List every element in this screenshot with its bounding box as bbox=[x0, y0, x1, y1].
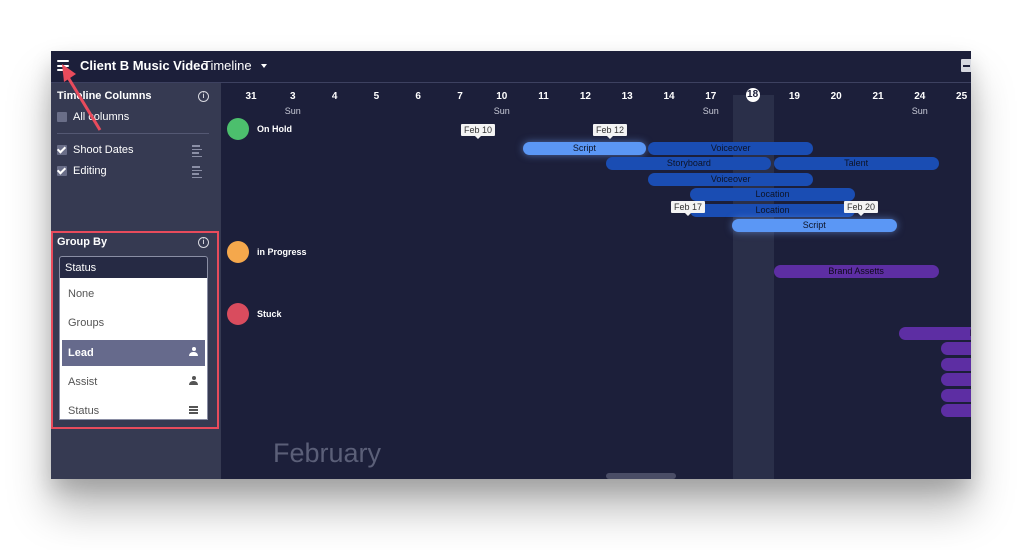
option-status[interactable]: Status bbox=[62, 398, 205, 419]
timeline-bar[interactable]: Talent bbox=[773, 157, 939, 171]
timeline-bar[interactable]: Brand Assetts bbox=[773, 265, 939, 278]
day-number: 13 bbox=[621, 91, 633, 102]
timeline-bar[interactable]: Music bbox=[940, 342, 971, 356]
group-status-dot bbox=[227, 118, 249, 140]
timeline-bar[interactable]: Storyboard bbox=[606, 157, 772, 171]
checkbox[interactable] bbox=[57, 112, 67, 122]
top-bar: Client B Music Video Timeline bbox=[51, 51, 971, 83]
all-columns-checkbox[interactable]: All columns bbox=[57, 111, 129, 123]
date-tooltip: Feb 10 bbox=[460, 124, 496, 139]
info-icon[interactable]: i bbox=[198, 237, 209, 248]
timeline-bar[interactable]: Music bbox=[898, 327, 971, 340]
day-number: 21 bbox=[872, 91, 884, 102]
date-tooltip: Feb 17 bbox=[670, 201, 706, 216]
date-tooltip: Feb 20 bbox=[843, 201, 879, 216]
timeline-bar[interactable]: Location bbox=[689, 203, 856, 217]
group-by-select[interactable]: Status bbox=[59, 256, 208, 278]
option-groups[interactable]: Groups bbox=[62, 310, 205, 336]
day-number: 12 bbox=[579, 91, 591, 102]
board-title: Client B Music Video bbox=[80, 58, 209, 73]
person-icon bbox=[189, 347, 198, 357]
column-editing[interactable]: Editing bbox=[57, 165, 107, 177]
chevron-down-icon[interactable] bbox=[261, 64, 267, 68]
timeline-bar[interactable]: Location bbox=[689, 188, 856, 202]
group-label-in-progress: in Progress bbox=[257, 247, 307, 257]
option-label: Assist bbox=[68, 376, 98, 388]
option-label: Groups bbox=[68, 317, 105, 329]
view-selector[interactable]: Timeline bbox=[203, 58, 252, 73]
checkbox-label: All columns bbox=[73, 111, 130, 123]
day-number: 7 bbox=[457, 91, 463, 102]
day-number: 4 bbox=[331, 91, 338, 102]
horizontal-scrollbar[interactable] bbox=[606, 473, 676, 479]
divider bbox=[57, 133, 209, 134]
weekday-label: Sun bbox=[702, 106, 719, 116]
timeline-bar[interactable]: Audio bbox=[940, 357, 971, 371]
group-by-title: Group By bbox=[57, 236, 108, 248]
day-number: 20 bbox=[830, 91, 842, 102]
drag-handle-icon[interactable] bbox=[192, 166, 204, 178]
checkbox[interactable] bbox=[57, 166, 67, 176]
group-label-on-hold: On Hold bbox=[257, 124, 292, 134]
day-number: 24 bbox=[914, 91, 926, 102]
date-tooltip: Feb 12 bbox=[592, 124, 628, 139]
day-number: 25 bbox=[956, 91, 968, 102]
day-number: 31 bbox=[245, 91, 257, 102]
timeline-bar[interactable]: Voiceover bbox=[648, 142, 814, 155]
timeline-bar[interactable]: Audio bbox=[940, 373, 971, 387]
option-label: Lead bbox=[68, 347, 94, 359]
person-icon bbox=[189, 376, 198, 386]
weekday-label: Sun bbox=[493, 106, 510, 116]
column-shoot-dates[interactable]: Shoot Dates bbox=[57, 144, 134, 156]
info-icon[interactable]: i bbox=[198, 91, 209, 102]
day-number: 17 bbox=[705, 91, 717, 102]
day-number: 6 bbox=[415, 91, 421, 102]
timeline-area: 31 3 Sun 4 5 6 7 10 Sun 11 12 13 14 17 Sun 18 19 20 21 24 Su… bbox=[221, 83, 971, 479]
drag-handle-icon[interactable] bbox=[192, 145, 204, 157]
checkbox-label: Shoot Dates bbox=[73, 144, 134, 156]
weekday-label: Sun bbox=[911, 106, 928, 116]
day-number: 10 bbox=[496, 91, 508, 102]
group-by-dropdown: None Groups Lead Assist Status bbox=[59, 278, 208, 420]
option-none[interactable]: None bbox=[62, 281, 205, 307]
day-number: 5 bbox=[373, 91, 380, 102]
checkbox-label: Editing bbox=[73, 165, 107, 177]
month-label: February bbox=[273, 438, 382, 468]
timeline-bar[interactable] bbox=[940, 388, 971, 402]
group-status-dot bbox=[227, 303, 249, 325]
timeline-bar[interactable]: Voiceover bbox=[648, 172, 814, 186]
checkbox[interactable] bbox=[57, 145, 67, 155]
group-label-stuck: Stuck bbox=[257, 309, 282, 319]
day-number: 19 bbox=[788, 91, 800, 102]
timeline-columns-title: Timeline Columns bbox=[57, 90, 152, 102]
day-number: 14 bbox=[663, 91, 675, 102]
option-label: None bbox=[68, 288, 95, 300]
list-icon bbox=[189, 406, 198, 415]
day-number: 3 bbox=[290, 91, 296, 102]
timeline-bar[interactable] bbox=[940, 404, 971, 417]
hamburger-menu-icon[interactable] bbox=[57, 60, 69, 71]
app-window: Client B Music Video Timeline Timeline C… bbox=[51, 51, 971, 479]
today-date: 18 bbox=[745, 88, 760, 102]
export-icon[interactable] bbox=[961, 59, 971, 72]
timeline-bar[interactable]: Script bbox=[522, 142, 647, 155]
day-number: 11 bbox=[538, 91, 549, 102]
option-lead[interactable]: Lead bbox=[62, 340, 205, 366]
timeline-bar[interactable]: Script bbox=[731, 219, 897, 232]
group-status-dot bbox=[227, 241, 249, 263]
option-assist[interactable]: Assist bbox=[62, 369, 205, 395]
settings-sidebar: Timeline Columns i All columns Shoot Dat… bbox=[51, 83, 221, 479]
weekday-label: Sun bbox=[284, 106, 301, 116]
option-label: Status bbox=[68, 405, 100, 417]
